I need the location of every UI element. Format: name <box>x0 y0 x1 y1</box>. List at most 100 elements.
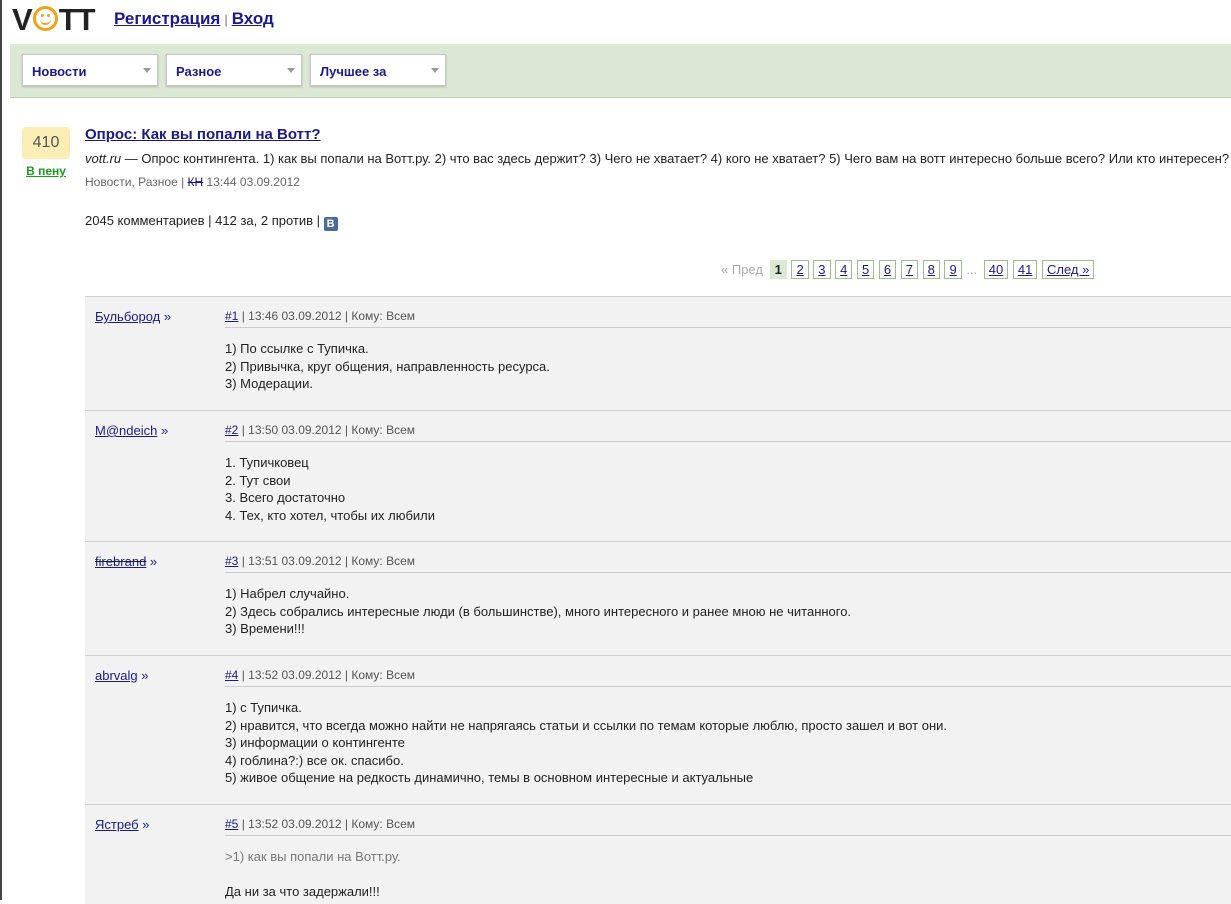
comment: abrvalg » #4 | 13:52 03.09.2012 | Кому: … <box>85 655 1231 804</box>
comment-number-link[interactable]: #2 <box>225 423 238 437</box>
best-of-dropdown[interactable]: Лучшее за <box>310 54 446 86</box>
misc-dropdown[interactable]: Разное <box>166 54 302 86</box>
comment-line: 4) гоблина?:) все ок. спасибо. <box>225 752 404 768</box>
comment-body: 1) Набрел случайно. 2) Здесь собрались и… <box>225 585 1221 638</box>
comment-line: 2) Привычка, круг общения, направленност… <box>225 358 550 374</box>
post-source: vott.ru <box>85 151 122 166</box>
register-link[interactable]: Регистрация <box>114 9 220 28</box>
login-link[interactable]: Вход <box>232 9 274 28</box>
comment-author-link[interactable]: Бульбород <box>95 309 160 324</box>
auth-links: Регистрация | Вход <box>114 9 274 29</box>
to-foam-link[interactable]: В пену <box>26 164 66 178</box>
comment: firebrand » #3 | 13:51 03.09.2012 | Кому… <box>85 541 1231 655</box>
comment-body: 1) По ссылке с Тупичка. 2) Привычка, кру… <box>225 340 1221 393</box>
chevron-down-icon <box>287 68 295 73</box>
vott-logo[interactable]: V TT <box>12 2 96 37</box>
comment-author-link[interactable]: M@ndeich <box>95 423 157 438</box>
comment-author: M@ndeich » <box>95 423 168 438</box>
pager-page[interactable]: 41 <box>1012 260 1038 279</box>
reply-quote-link[interactable]: » <box>157 423 168 438</box>
comment-line: 2) нравится, что всегда можно найти не н… <box>225 717 948 733</box>
comment-header: #5 | 13:52 03.09.2012 | Кому: Всем <box>225 817 1231 836</box>
comment-number-link[interactable]: #5 <box>225 817 238 831</box>
pager-page[interactable]: 6 <box>878 260 897 279</box>
post-datetime: 13:44 03.09.2012 <box>206 175 300 189</box>
pager-page[interactable]: 40 <box>983 260 1009 279</box>
comment-line: 3) информации о контингенте <box>225 735 405 750</box>
comment-meta: | 13:52 03.09.2012 | Кому: Всем <box>238 817 415 831</box>
comment-header: #2 | 13:50 03.09.2012 | Кому: Всем <box>225 423 1231 442</box>
post-meta: Новости, Разное | КН 13:44 03.09.2012 <box>85 175 300 189</box>
comment-line: 3. Всего достаточно <box>225 490 346 505</box>
post-stats: 2045 комментариев | 412 за, 2 против | В <box>85 213 338 231</box>
news-dropdown[interactable]: Новости <box>22 54 158 86</box>
comment-line: Да ни за что задержали!!! <box>225 884 380 899</box>
comment-meta: | 13:52 03.09.2012 | Кому: Всем <box>238 668 415 682</box>
comment: Бульбород » #1 | 13:46 03.09.2012 | Кому… <box>85 296 1231 410</box>
post-title: Опрос: Как вы попали на Вотт? <box>85 126 321 143</box>
comment-author-link[interactable]: abrvalg <box>95 668 138 683</box>
comment: M@ndeich » #2 | 13:50 03.09.2012 | Кому:… <box>85 410 1231 541</box>
comment-meta: | 13:51 03.09.2012 | Кому: Всем <box>238 554 415 568</box>
filter-bar: Новости Разное Лучшее за <box>10 44 1231 98</box>
comment-line: 2. Тут свои <box>225 472 291 488</box>
comment-number-link[interactable]: #3 <box>225 554 238 568</box>
comment-list: Бульбород » #1 | 13:46 03.09.2012 | Кому… <box>85 296 1231 904</box>
comment-number-link[interactable]: #1 <box>225 309 238 323</box>
logo-letter-v: V <box>12 2 33 37</box>
dropdown-label: Лучшее за <box>320 64 387 79</box>
post-score: 410 <box>22 127 70 159</box>
chevron-down-icon <box>143 68 151 73</box>
reply-quote-link[interactable]: » <box>138 668 148 683</box>
post-stats-text: 2045 комментариев | 412 за, 2 против | <box>85 213 321 228</box>
comment-line: 5) живое общение на редкость динамично, … <box>225 770 754 785</box>
comment-author-link[interactable]: Ястреб <box>95 817 139 832</box>
pager-page[interactable]: 4 <box>835 260 853 279</box>
pager-page[interactable]: 2 <box>791 260 809 279</box>
pager-page[interactable]: 9 <box>944 260 962 279</box>
pager-next[interactable]: След » <box>1041 260 1095 279</box>
comment-body: >1) как вы попали на Вотт.ру. Да ни за ч… <box>225 848 1221 901</box>
pager-page[interactable]: 7 <box>900 260 918 279</box>
comment-number-link[interactable]: #4 <box>225 668 238 682</box>
pager-page[interactable]: 3 <box>813 260 831 279</box>
comment-meta: | 13:50 03.09.2012 | Кому: Всем <box>238 423 415 437</box>
pager-ellipsis: ... <box>966 262 978 277</box>
site-header: V TT Регистрация | Вход <box>10 0 1231 44</box>
comment-line: 2) Здесь собрались интересные люди (в бо… <box>225 603 852 619</box>
post-title-link[interactable]: Опрос: Как вы попали на Вотт? <box>85 126 321 143</box>
comment-line: 1) По ссылке с Тупичка. <box>225 341 369 356</box>
comment-body: 1. Тупичковец 2. Тут свои 3. Всего доста… <box>225 454 1221 524</box>
comment-header: #1 | 13:46 03.09.2012 | Кому: Всем <box>225 309 1231 328</box>
pager-prev: « Пред <box>721 262 763 277</box>
comment-author-link[interactable]: firebrand <box>95 554 146 569</box>
dropdown-label: Новости <box>32 64 87 79</box>
post-categories: Новости, Разное | <box>85 175 185 189</box>
post-description: vott.ru — Опрос контингента. 1) как вы п… <box>85 151 1229 166</box>
comment-line: 3) Модерации. <box>225 376 313 391</box>
window-left-border <box>0 0 2 900</box>
auth-separator: | <box>224 12 228 27</box>
comment-line: 1. Тупичковец <box>225 455 309 470</box>
comment: Ястреб » #5 | 13:52 03.09.2012 | Кому: В… <box>85 804 1231 904</box>
pagination: « Пред 1 2 3 4 5 6 7 8 9 ... 40 41 След … <box>721 260 1095 279</box>
vk-share-icon[interactable]: В <box>323 217 338 231</box>
comment-author: abrvalg » <box>95 668 148 683</box>
comment-line: 1) с Тупичка. <box>225 700 302 715</box>
comment-header: #4 | 13:52 03.09.2012 | Кому: Всем <box>225 668 1231 687</box>
reply-quote-link[interactable]: » <box>139 817 149 832</box>
pager-page[interactable]: 5 <box>857 260 875 279</box>
comment-quote: >1) как вы попали на Вотт.ру. <box>225 849 401 864</box>
post-author[interactable]: КН <box>188 175 204 189</box>
comment-line: 1) Набрел случайно. <box>225 586 350 601</box>
comment-author: firebrand » <box>95 554 157 569</box>
reply-quote-link[interactable]: » <box>160 309 171 324</box>
comment-author: Бульбород » <box>95 309 171 324</box>
smiley-icon <box>32 6 58 31</box>
reply-quote-link[interactable]: » <box>146 554 157 569</box>
pager-page[interactable]: 8 <box>922 260 940 279</box>
comment-line: 3) Времени!!! <box>225 621 305 636</box>
to-foam: В пену <box>22 164 70 178</box>
post-description-text: — Опрос контингента. 1) как вы попали на… <box>121 151 1230 166</box>
pager-page-current: 1 <box>769 260 787 279</box>
